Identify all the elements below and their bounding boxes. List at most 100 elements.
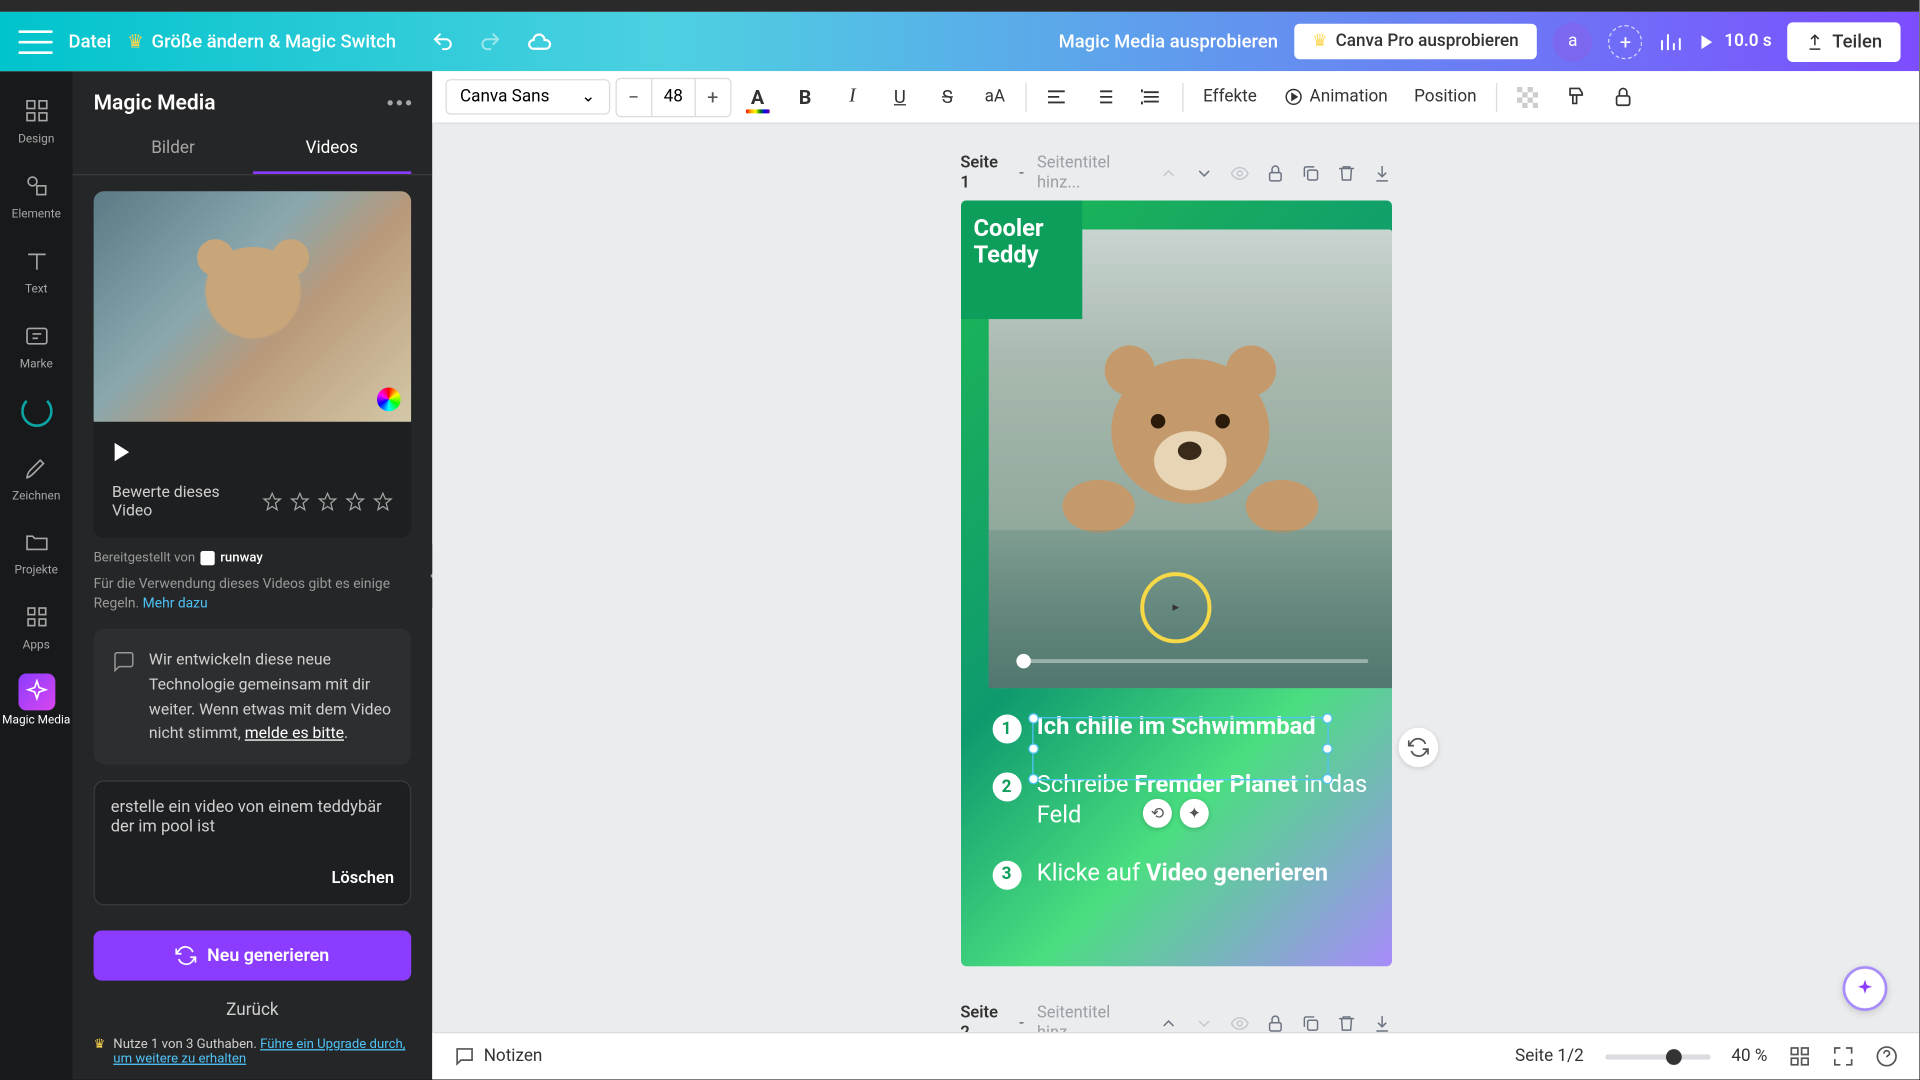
grid-view-icon[interactable]: [1789, 1045, 1811, 1067]
transparency-button[interactable]: [1507, 77, 1549, 117]
font-select[interactable]: Canva Sans ⌄: [445, 79, 609, 115]
video-scrubber[interactable]: [1016, 659, 1368, 663]
delete-page-icon[interactable]: [1336, 163, 1356, 183]
star-icon[interactable]: [262, 491, 282, 511]
play-video-button[interactable]: [115, 443, 129, 461]
play-icon[interactable]: [1698, 32, 1716, 50]
rules-text: Für die Verwendung dieses Videos gibt es…: [94, 573, 412, 613]
lock-button[interactable]: [1602, 77, 1644, 117]
resize-label: Größe ändern & Magic Switch: [152, 31, 397, 52]
hide-page-icon[interactable]: [1229, 163, 1249, 183]
zoom-thumb[interactable]: [1666, 1048, 1682, 1064]
generated-video-card[interactable]: Bewerte dieses Video: [94, 191, 412, 538]
notes-button[interactable]: Notizen: [453, 1045, 542, 1067]
lock-page-icon[interactable]: [1265, 1013, 1285, 1032]
list-button[interactable]: [1083, 77, 1125, 117]
nav-elements[interactable]: Elemente: [0, 159, 72, 230]
delete-page-icon[interactable]: [1336, 1013, 1356, 1032]
position-button[interactable]: Position: [1404, 87, 1488, 107]
back-button[interactable]: Zurück: [72, 991, 432, 1033]
regenerate-button[interactable]: Neu generieren: [94, 931, 412, 981]
animation-button[interactable]: Animation: [1273, 87, 1399, 107]
step-3-text[interactable]: Klicke auf Video generieren: [1037, 858, 1328, 889]
lock-page-icon[interactable]: [1265, 163, 1285, 183]
nav-apps[interactable]: Apps: [0, 591, 72, 662]
page-sep: -: [1019, 163, 1024, 183]
resize-handle[interactable]: [1321, 743, 1332, 754]
strikethrough-button[interactable]: S: [926, 77, 968, 117]
try-pro-button[interactable]: ♛ Canva Pro ausprobieren: [1294, 24, 1537, 60]
star-icon[interactable]: [373, 491, 393, 511]
text-selection-box[interactable]: [1031, 717, 1328, 780]
uppercase-button[interactable]: aA: [974, 77, 1016, 117]
clear-prompt-button[interactable]: Löschen: [332, 868, 395, 888]
font-size-decrease[interactable]: −: [617, 85, 651, 109]
resize-handle[interactable]: [1321, 713, 1332, 724]
file-menu[interactable]: Datei: [69, 31, 112, 52]
panel-more-icon[interactable]: [387, 100, 411, 105]
copy-style-button[interactable]: [1554, 77, 1596, 117]
fullscreen-icon[interactable]: [1832, 1045, 1854, 1067]
tab-images[interactable]: Bilder: [94, 125, 253, 174]
add-collaborator-button[interactable]: +: [1608, 24, 1642, 58]
insights-icon[interactable]: [1658, 30, 1682, 54]
avatar[interactable]: a: [1553, 22, 1593, 62]
align-button[interactable]: [1036, 77, 1078, 117]
chevron-up-icon[interactable]: [1158, 1013, 1178, 1032]
duplicate-page-icon[interactable]: [1300, 1013, 1320, 1032]
canvas-page-1[interactable]: Cooler Teddy 1 Ich chille im Schwimmbad: [960, 200, 1391, 966]
crown-icon: ♛: [1312, 32, 1327, 52]
duplicate-page-icon[interactable]: [1300, 163, 1320, 183]
star-icon[interactable]: [290, 491, 310, 511]
menu-button[interactable]: [18, 30, 52, 54]
help-icon[interactable]: [1876, 1045, 1898, 1067]
rotate-handle[interactable]: ⟲: [1143, 799, 1172, 828]
nav-design[interactable]: Design: [0, 84, 72, 155]
resize-handle[interactable]: [1321, 774, 1332, 785]
share-button[interactable]: Teilen: [1787, 22, 1900, 62]
tab-videos[interactable]: Videos: [252, 125, 411, 174]
title-flag[interactable]: Cooler Teddy: [960, 200, 1081, 319]
page-title-input[interactable]: Seitentitel hinz...: [1037, 1003, 1145, 1032]
magic-handle[interactable]: ✦: [1180, 799, 1209, 828]
chevron-down-icon[interactable]: [1193, 163, 1213, 183]
video-thumbnail[interactable]: [94, 191, 412, 422]
spacing-button[interactable]: [1131, 77, 1173, 117]
resize-handle[interactable]: [1027, 774, 1038, 785]
text-color-button[interactable]: A: [736, 77, 778, 117]
nav-brand[interactable]: Marke: [0, 309, 72, 380]
document-title[interactable]: Magic Media ausprobieren: [1059, 31, 1278, 52]
star-icon[interactable]: [345, 491, 365, 511]
bold-button[interactable]: B: [784, 77, 826, 117]
prompt-input[interactable]: erstelle ein video von einem teddybär de…: [94, 780, 412, 905]
resize-handle[interactable]: [1027, 713, 1038, 724]
redo-icon[interactable]: [478, 30, 502, 54]
zoom-value: 40 %: [1731, 1046, 1767, 1066]
hide-page-icon[interactable]: [1229, 1013, 1249, 1032]
italic-button[interactable]: I: [831, 77, 873, 117]
nav-text[interactable]: Text: [0, 234, 72, 305]
effects-button[interactable]: Effekte: [1193, 87, 1268, 107]
page-more-icon[interactable]: [1371, 163, 1391, 183]
panel-title: Magic Media: [94, 90, 216, 115]
ai-assistant-button[interactable]: [1843, 966, 1888, 1011]
nav-projects[interactable]: Projekte: [0, 516, 72, 587]
zoom-slider[interactable]: [1605, 1054, 1710, 1059]
flag-line-1: Cooler: [973, 216, 1068, 242]
resize-magic-switch[interactable]: ♛ Größe ändern & Magic Switch: [127, 31, 396, 52]
resize-handle[interactable]: [1027, 743, 1038, 754]
nav-magic-media[interactable]: Magic Media: [0, 666, 72, 737]
undo-icon[interactable]: [430, 30, 454, 54]
rules-link[interactable]: Mehr dazu: [143, 595, 208, 612]
underline-button[interactable]: U: [879, 77, 921, 117]
font-size-increase[interactable]: +: [696, 85, 730, 109]
page-more-icon[interactable]: [1371, 1013, 1391, 1032]
star-icon[interactable]: [318, 491, 338, 511]
chevron-down-icon[interactable]: [1193, 1013, 1213, 1032]
chevron-up-icon[interactable]: [1158, 163, 1178, 183]
page-title-input[interactable]: Seitentitel hinz...: [1037, 153, 1145, 193]
report-link[interactable]: melde es bitte: [245, 724, 344, 742]
nav-draw[interactable]: Zeichnen: [0, 441, 72, 512]
refresh-element-button[interactable]: [1398, 728, 1438, 768]
font-size-value[interactable]: 48: [651, 78, 696, 115]
